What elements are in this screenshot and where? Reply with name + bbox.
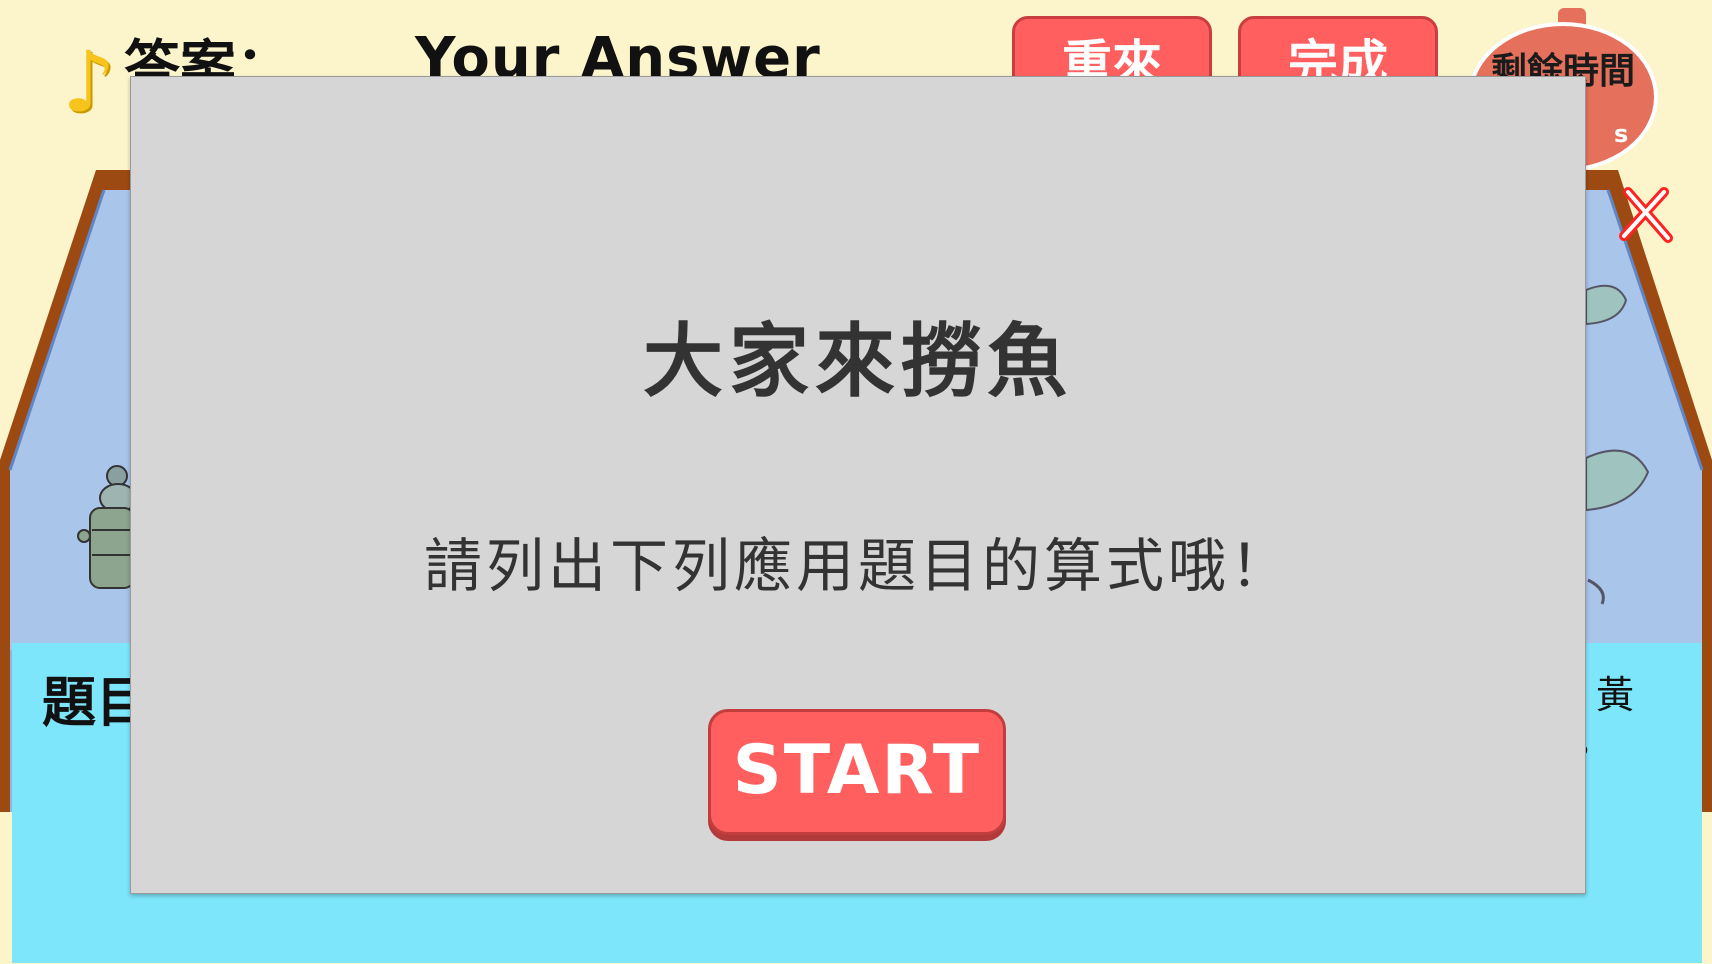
dialog-instructions: 請列出下列應用題目的算式哦！ [423,532,1292,600]
start-button[interactable]: START [708,709,1006,835]
dialog-title: 大家來撈魚 [643,315,1073,408]
question-text-fragment: 黃 [1596,673,1635,717]
start-dialog: 大家來撈魚 請列出下列應用題目的算式哦！ START [130,76,1586,894]
timer-unit: s [1614,120,1629,148]
music-note-icon[interactable]: ♪ [62,40,116,124]
